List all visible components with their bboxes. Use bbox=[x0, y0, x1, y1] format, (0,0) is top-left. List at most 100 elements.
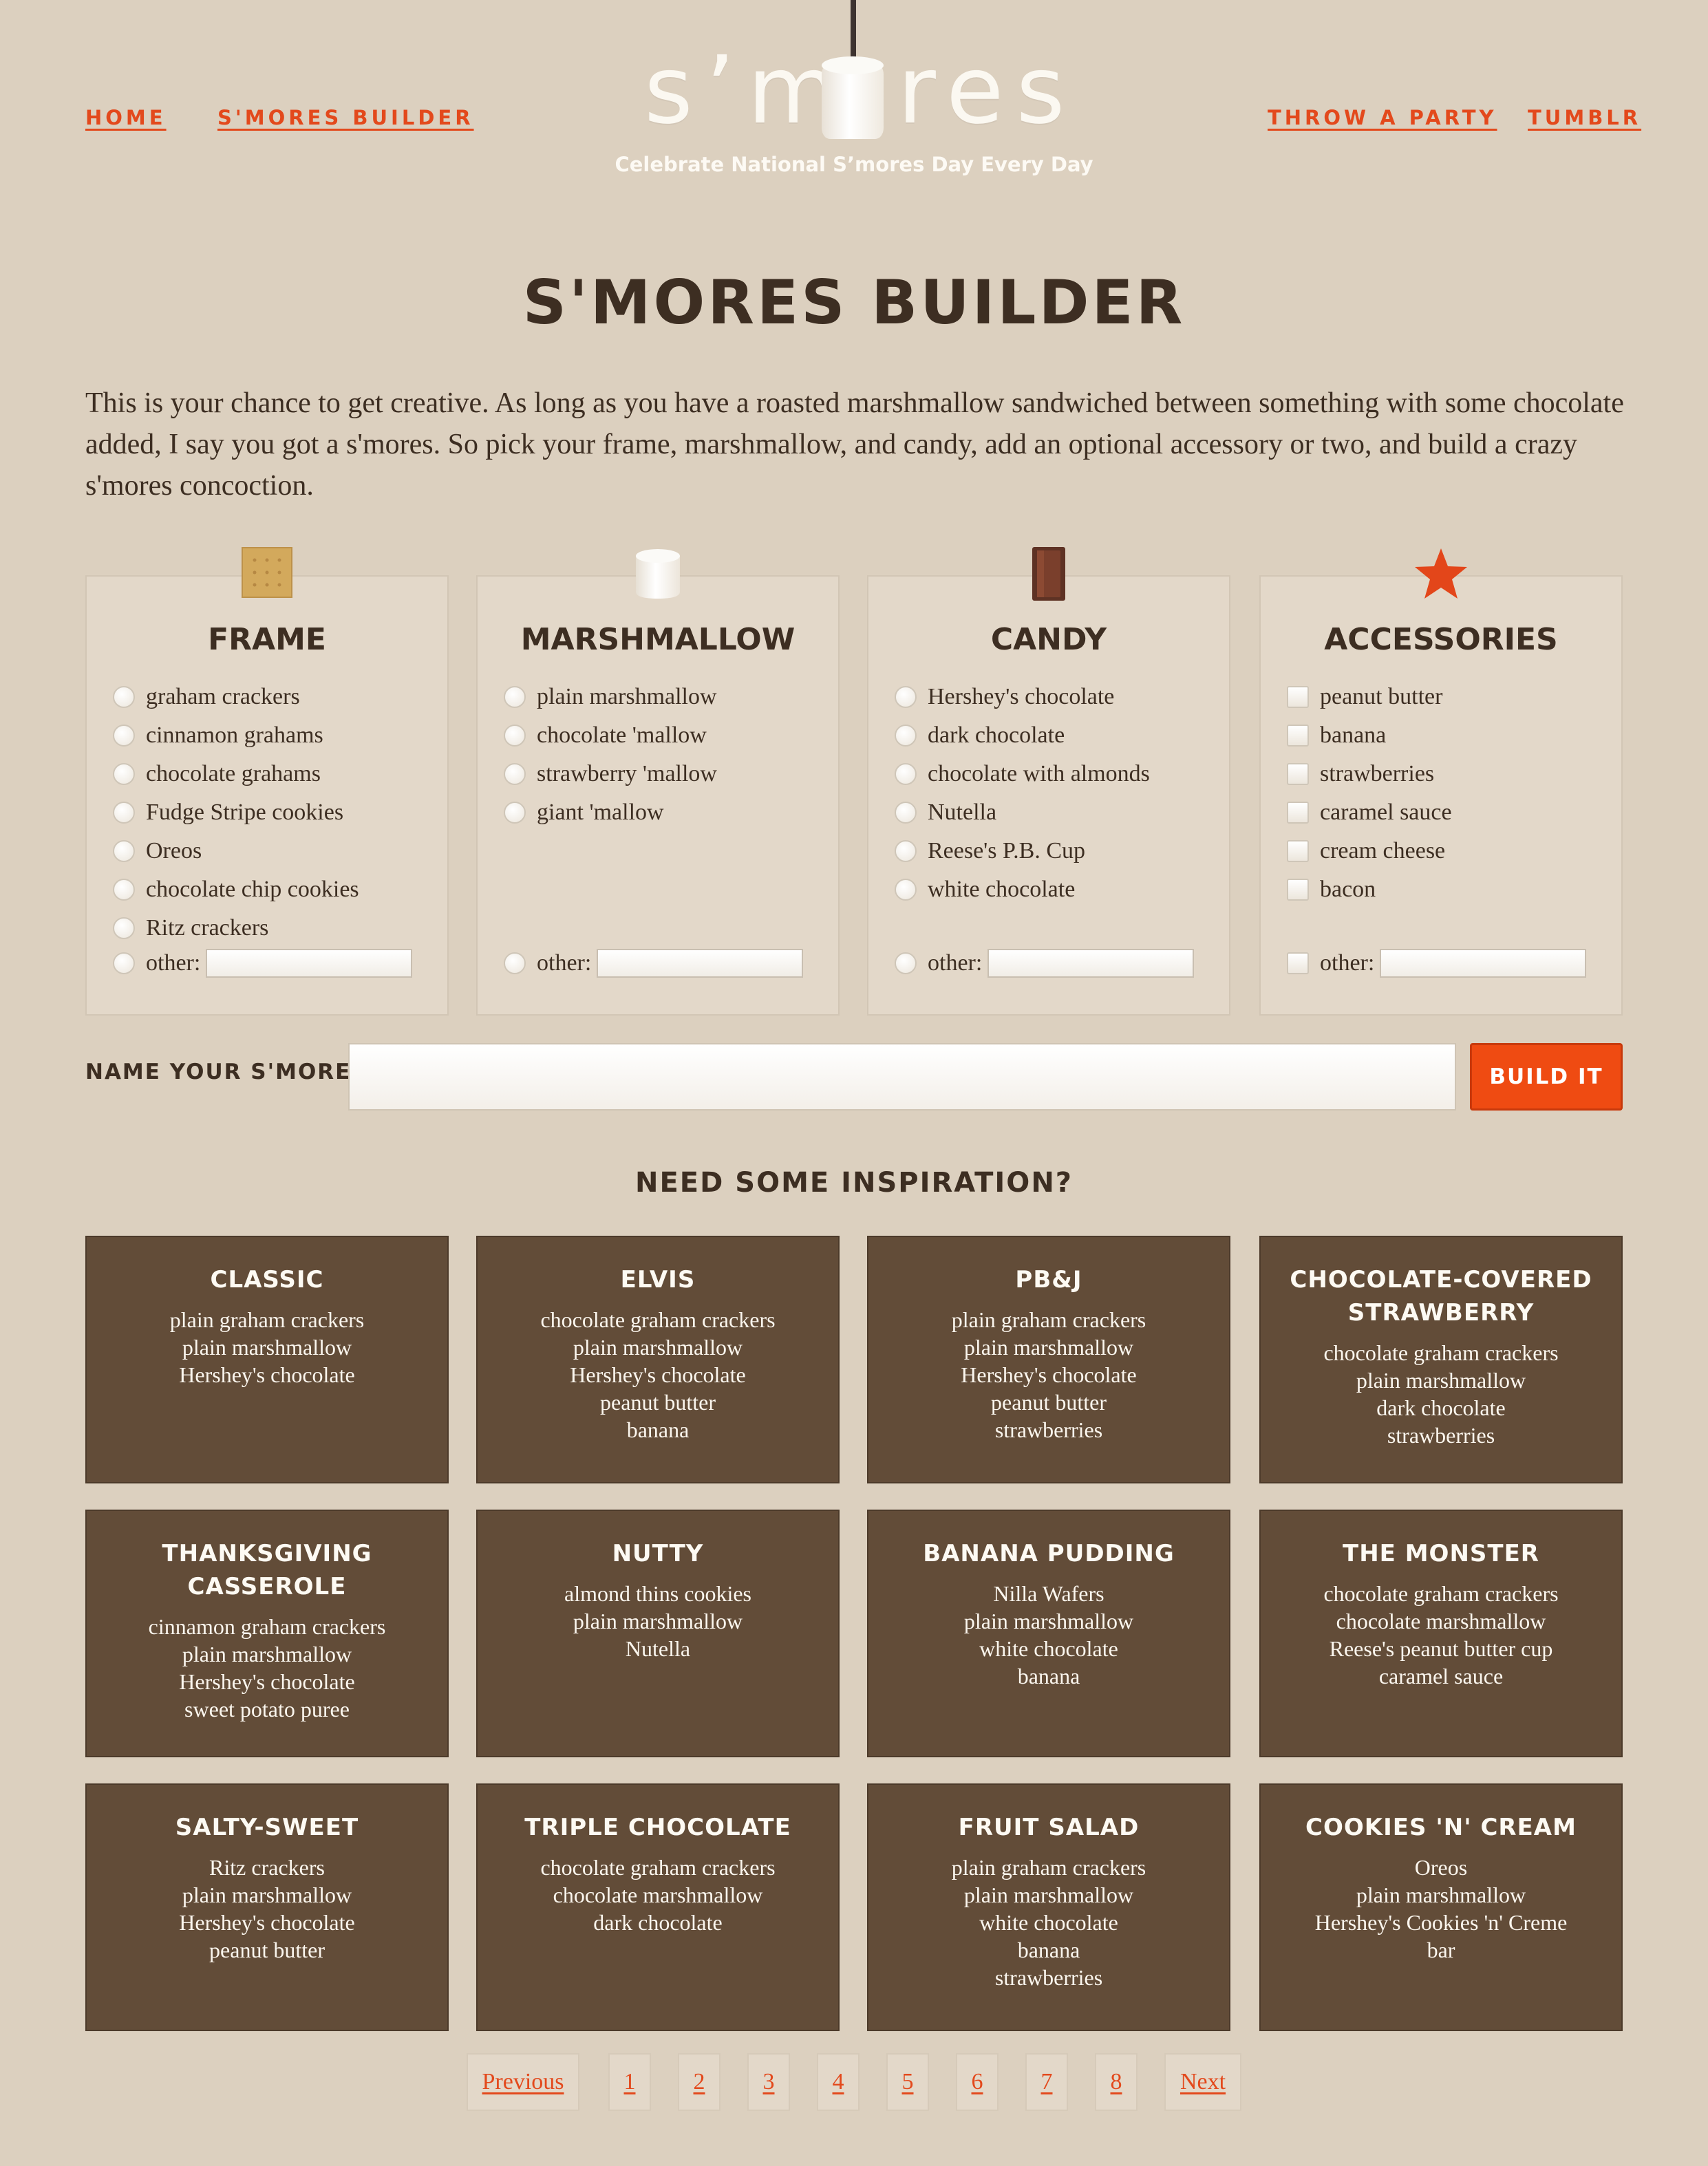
recipe-card-nutty[interactable]: NUTTY almond thins cookies plain marshma… bbox=[476, 1510, 840, 1757]
recipe-card-classic[interactable]: CLASSIC plain graham crackers plain mars… bbox=[85, 1236, 449, 1483]
candy-option[interactable]: chocolate with almonds bbox=[895, 755, 1229, 793]
marshmallow-other-input[interactable] bbox=[597, 949, 804, 978]
radio-button[interactable] bbox=[113, 725, 135, 747]
checkbox[interactable] bbox=[1287, 686, 1309, 708]
frame-option[interactable]: chocolate grahams bbox=[113, 755, 447, 793]
radio-button[interactable] bbox=[895, 879, 917, 901]
build-it-button[interactable]: BUILD IT bbox=[1470, 1043, 1623, 1111]
candy-option[interactable]: Nutella bbox=[895, 793, 1229, 832]
radio-button[interactable] bbox=[113, 763, 135, 785]
recipe-ingredient: banana bbox=[1017, 1938, 1080, 1962]
accessory-option[interactable]: strawberries bbox=[1287, 755, 1621, 793]
radio-button[interactable] bbox=[895, 952, 917, 974]
radio-button[interactable] bbox=[895, 802, 917, 824]
nav-link-smores-builder[interactable]: S'MORES BUILDER bbox=[217, 106, 474, 129]
pagination-page[interactable]: 5 bbox=[886, 2053, 929, 2111]
pagination-page[interactable]: 3 bbox=[747, 2053, 790, 2111]
pagination-page[interactable]: 2 bbox=[678, 2053, 720, 2111]
checkbox[interactable] bbox=[1287, 802, 1309, 824]
recipe-ingredient: Hershey's Cookies 'n' Creme bbox=[1314, 1910, 1568, 1935]
frame-option[interactable]: cinnamon grahams bbox=[113, 716, 447, 755]
checkbox[interactable] bbox=[1287, 840, 1309, 862]
candy-option[interactable]: Hershey's chocolate bbox=[895, 678, 1229, 716]
accessory-option[interactable]: cream cheese bbox=[1287, 832, 1621, 870]
pagination-previous[interactable]: Previous bbox=[467, 2053, 579, 2111]
checkbox[interactable] bbox=[1287, 763, 1309, 785]
accessories-other-input[interactable] bbox=[1380, 949, 1587, 978]
candy-other-row: other: bbox=[895, 944, 1195, 983]
frame-option[interactable]: Fudge Stripe cookies bbox=[113, 793, 447, 832]
recipe-card-elvis[interactable]: ELVIS chocolate graham crackers plain ma… bbox=[476, 1236, 840, 1483]
recipe-card-banana-pudding[interactable]: BANANA PUDDING Nilla Wafers plain marshm… bbox=[867, 1510, 1230, 1757]
radio-button[interactable] bbox=[113, 917, 135, 939]
recipe-card-cookies-n-cream[interactable]: COOKIES 'N' CREAM Oreos plain marshmallo… bbox=[1259, 1783, 1623, 2031]
recipe-card-the-monster[interactable]: THE MONSTER chocolate graham crackers ch… bbox=[1259, 1510, 1623, 1757]
recipe-ingredient: chocolate graham crackers bbox=[540, 1855, 776, 1880]
frame-option[interactable]: chocolate chip cookies bbox=[113, 870, 447, 909]
radio-button[interactable] bbox=[504, 763, 526, 785]
recipe-ingredient: dark chocolate bbox=[1376, 1395, 1506, 1420]
radio-button[interactable] bbox=[504, 802, 526, 824]
star-icon bbox=[1413, 546, 1469, 605]
frame-option[interactable]: Ritz crackers bbox=[113, 909, 447, 947]
recipe-card-pbj[interactable]: PB&J plain graham crackers plain marshma… bbox=[867, 1236, 1230, 1483]
pagination-page[interactable]: 6 bbox=[956, 2053, 999, 2111]
accessory-option[interactable]: peanut butter bbox=[1287, 678, 1621, 716]
accessories-panel: ACCESSORIES peanut butter banana strawbe… bbox=[1259, 548, 1623, 1016]
marshmallow-option[interactable]: plain marshmallow bbox=[504, 678, 838, 716]
candy-option[interactable]: white chocolate bbox=[895, 870, 1229, 909]
nav-link-tumblr[interactable]: TUMBLR bbox=[1528, 106, 1641, 129]
radio-button[interactable] bbox=[895, 763, 917, 785]
recipe-ingredient: chocolate graham crackers bbox=[1323, 1340, 1559, 1365]
candy-option[interactable]: Reese's P.B. Cup bbox=[895, 832, 1229, 870]
candy-panel: CANDY Hershey's chocolate dark chocolate… bbox=[867, 547, 1230, 1016]
radio-button[interactable] bbox=[113, 879, 135, 901]
radio-button[interactable] bbox=[113, 686, 135, 708]
radio-button[interactable] bbox=[504, 952, 526, 974]
smores-name-input[interactable] bbox=[348, 1043, 1456, 1111]
candy-option[interactable]: dark chocolate bbox=[895, 716, 1229, 755]
marshmallow-option[interactable]: giant 'mallow bbox=[504, 793, 838, 832]
radio-button[interactable] bbox=[113, 952, 135, 974]
pagination-next[interactable]: Next bbox=[1164, 2053, 1241, 2111]
recipe-ingredient: Nutella bbox=[625, 1636, 691, 1661]
checkbox[interactable] bbox=[1287, 725, 1309, 747]
accessory-option[interactable]: banana bbox=[1287, 716, 1621, 755]
accessory-option[interactable]: bacon bbox=[1287, 870, 1621, 909]
radio-button[interactable] bbox=[504, 686, 526, 708]
radio-button[interactable] bbox=[113, 802, 135, 824]
recipe-card-fruit-salad[interactable]: FRUIT SALAD plain graham crackers plain … bbox=[867, 1783, 1230, 2031]
recipe-title: NUTTY bbox=[612, 1540, 704, 1567]
frame-option[interactable]: graham crackers bbox=[113, 678, 447, 716]
recipe-ingredient: Hershey's chocolate bbox=[179, 1669, 355, 1694]
checkbox[interactable] bbox=[1287, 952, 1309, 974]
marshmallow-option[interactable]: chocolate 'mallow bbox=[504, 716, 838, 755]
radio-button[interactable] bbox=[504, 725, 526, 747]
nav-link-home[interactable]: HOME bbox=[85, 106, 167, 129]
frame-other-input[interactable] bbox=[206, 949, 413, 978]
pagination-page[interactable]: 1 bbox=[608, 2053, 651, 2111]
radio-button[interactable] bbox=[895, 840, 917, 862]
frame-option[interactable]: Oreos bbox=[113, 832, 447, 870]
radio-button[interactable] bbox=[113, 840, 135, 862]
accessory-option[interactable]: caramel sauce bbox=[1287, 793, 1621, 832]
recipe-card-salty-sweet[interactable]: SALTY-SWEET Ritz crackers plain marshmal… bbox=[85, 1783, 449, 2031]
recipe-ingredient: strawberries bbox=[1387, 1423, 1495, 1448]
pagination-page[interactable]: 8 bbox=[1095, 2053, 1138, 2111]
recipe-card-thanksgiving-casserole[interactable]: THANKSGIVING CASSEROLE cinnamon graham c… bbox=[85, 1510, 449, 1757]
nav-link-throw-a-party[interactable]: THROW A PARTY bbox=[1268, 106, 1497, 129]
pagination-page[interactable]: 7 bbox=[1025, 2053, 1068, 2111]
marshmallow-panel: MARSHMALLOW plain marshmallow chocolate … bbox=[476, 549, 840, 1016]
recipe-ingredient: peanut butter bbox=[209, 1938, 325, 1962]
recipe-card-triple-chocolate[interactable]: TRIPLE CHOCOLATE chocolate graham cracke… bbox=[476, 1783, 840, 2031]
pagination-page[interactable]: 4 bbox=[817, 2053, 860, 2111]
marshmallow-option[interactable]: strawberry 'mallow bbox=[504, 755, 838, 793]
radio-button[interactable] bbox=[895, 686, 917, 708]
checkbox[interactable] bbox=[1287, 879, 1309, 901]
name-your-smores-label: NAME YOUR S'MORES: bbox=[85, 1060, 378, 1084]
candy-other-input[interactable] bbox=[988, 949, 1195, 978]
radio-button[interactable] bbox=[895, 725, 917, 747]
recipe-card-chocolate-covered-strawberry[interactable]: CHOCOLATE-COVERED STRAWBERRY chocolate g… bbox=[1259, 1236, 1623, 1483]
recipe-title: CHOCOLATE-COVERED STRAWBERRY bbox=[1290, 1266, 1592, 1327]
accessories-options: peanut butter banana strawberries carame… bbox=[1261, 678, 1621, 909]
